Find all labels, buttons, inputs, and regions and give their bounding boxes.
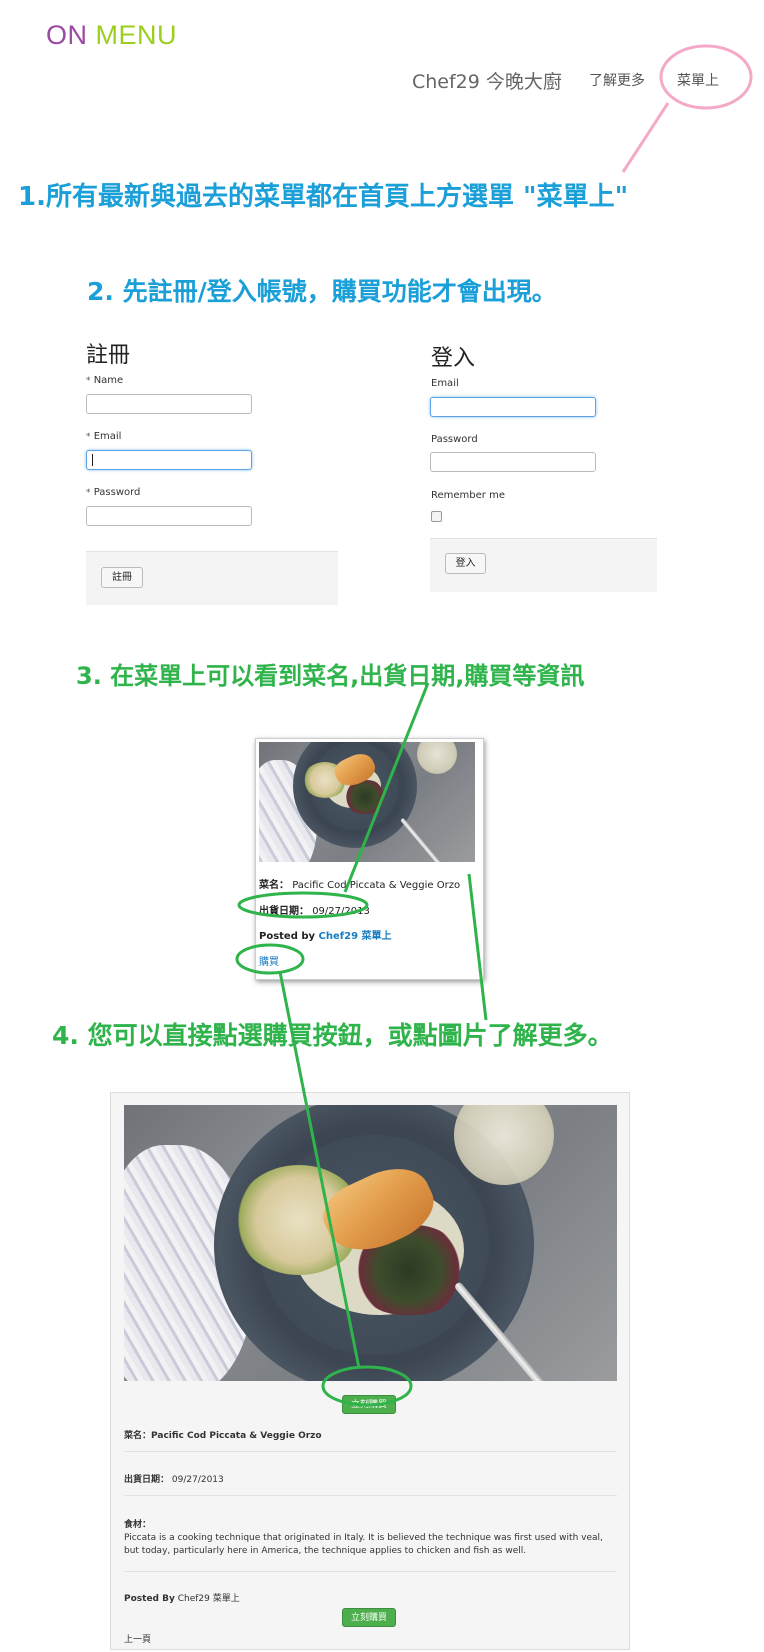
register-submit-button[interactable]: 註冊 <box>101 567 143 588</box>
divider <box>124 1571 617 1572</box>
email-label-text: Email <box>93 431 122 442</box>
dish-detail-photo <box>124 1105 617 1381</box>
detail-name-value: Pacific Cod Piccata & Veggie Orzo <box>151 1431 322 1441</box>
menu-card: 菜名： Pacific Cod Piccata & Veggie Orzo 出貨… <box>255 738 484 980</box>
text-cursor <box>92 454 93 466</box>
prev-page-link[interactable]: 上一頁 <box>124 1632 151 1645</box>
detail-date-value: 09/27/2013 <box>171 1475 224 1485</box>
detail-ingredients-label: 食材： <box>124 1520 152 1530</box>
login-email-input[interactable] <box>430 397 596 417</box>
register-email-input[interactable] <box>86 450 252 470</box>
card-author-link[interactable]: Chef29 菜單上 <box>319 931 392 942</box>
remember-me-checkbox[interactable] <box>431 511 442 522</box>
step1-heading: 1.所有最新與過去的菜單都在首頁上方選單 "菜單上" <box>18 182 629 212</box>
detail-dish-name: 菜名：Pacific Cod Piccata & Veggie Orzo <box>124 1428 322 1441</box>
detail-ship-date: 出貨日期： 09/27/2013 <box>124 1472 224 1485</box>
card-name-label: 菜名： <box>259 880 289 891</box>
menu-card-name: 菜名： Pacific Cod Piccata & Veggie Orzo <box>259 876 460 891</box>
nav-brand-link[interactable]: Chef29 今晚大廚 <box>412 67 562 94</box>
name-label-text: Name <box>93 375 124 386</box>
site-logo[interactable]: ON MENU <box>46 20 177 51</box>
register-email-label: * Email <box>86 431 121 442</box>
menu-pointer-line <box>621 102 670 173</box>
buy-now-button[interactable]: 立刻購買 <box>342 1395 396 1414</box>
card-date-label: 出貨日期： <box>259 906 309 917</box>
register-name-label: * Name <box>86 375 123 386</box>
nav-menu-link[interactable]: 菜單上 <box>677 70 719 90</box>
required-mark: * <box>86 376 91 386</box>
dish-detail-panel: 立刻購買 菜名：Pacific Cod Piccata & Veggie Orz… <box>110 1092 630 1650</box>
menu-card-photo[interactable] <box>259 742 475 862</box>
detail-author[interactable]: Chef29 菜單上 <box>178 1594 240 1604</box>
buy-now-button-bottom[interactable]: 立刻購買 <box>342 1608 396 1627</box>
register-title: 註冊 <box>86 343 131 368</box>
register-password-label: * Password <box>86 487 140 498</box>
detail-date-label: 出貨日期： <box>124 1475 170 1485</box>
divider <box>124 1451 617 1452</box>
detail-description: Piccata is a cooking technique that orig… <box>124 1533 603 1556</box>
logo-on-text: ON <box>46 20 88 50</box>
required-mark: * <box>86 488 91 498</box>
menu-card-date: 出貨日期： 09/27/2013 <box>259 902 370 917</box>
logo-menu-text: MENU <box>95 20 178 50</box>
nav-about-link[interactable]: 了解更多 <box>589 70 645 90</box>
login-password-label: Password <box>431 434 478 445</box>
register-name-input[interactable] <box>86 394 252 414</box>
login-title: 登入 <box>431 346 476 371</box>
step2-heading: 2. 先註冊/登入帳號，購買功能才會出現。 <box>87 277 557 306</box>
menu-card-posted: Posted by Chef29 菜單上 <box>259 927 392 942</box>
login-password-input[interactable] <box>430 452 596 472</box>
detail-posted: Posted By Chef29 菜單上 <box>124 1591 240 1604</box>
step3-heading: 3. 在菜單上可以看到菜名,出貨日期,購買等資訊 <box>76 662 585 690</box>
remember-me-label: Remember me <box>431 490 505 501</box>
card-buy-link[interactable]: 購買 <box>259 953 279 968</box>
step4-heading: 4. 您可以直接點選購買按鈕，或點圖片了解更多。 <box>52 1021 613 1050</box>
card-name-value: Pacific Cod Piccata & Veggie Orzo <box>292 880 461 891</box>
password-label-text: Password <box>93 487 141 498</box>
register-password-input[interactable] <box>86 506 252 526</box>
login-email-label: Email <box>431 378 459 389</box>
card-posted-by: Posted by <box>259 931 316 942</box>
card-date-value: 09/27/2013 <box>312 906 370 917</box>
detail-name-label: 菜名： <box>124 1431 152 1441</box>
detail-posted-by: Posted By <box>124 1594 175 1604</box>
login-submit-button[interactable]: 登入 <box>445 553 486 574</box>
required-mark: * <box>86 432 91 442</box>
divider <box>124 1495 617 1496</box>
